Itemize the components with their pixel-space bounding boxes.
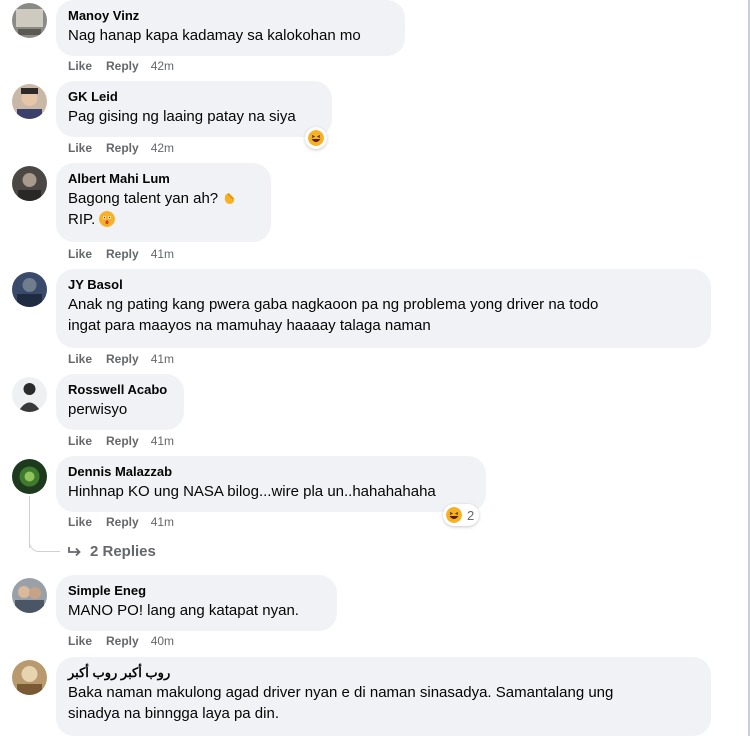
view-replies-link[interactable]: 2 Replies [68, 543, 156, 560]
comment-line: RIP. [68, 209, 259, 230]
comment-line: Pag gising ng laaing patay na siya [68, 108, 296, 125]
like-button[interactable]: Like [68, 634, 92, 648]
avatar[interactable] [12, 166, 47, 201]
comment-text: Anak ng pating kang pwera gaba nagkaoon … [68, 294, 699, 336]
reply-button[interactable]: Reply [106, 247, 139, 261]
comment-text: Pag gising ng laaing patay na siya [68, 106, 320, 127]
clapping-hands-icon [224, 193, 235, 204]
comment-actions: Like Reply 41m [68, 246, 174, 262]
avatar[interactable] [12, 377, 47, 412]
avatar[interactable] [12, 578, 47, 613]
comment-actions: Like Reply 41m [68, 433, 174, 449]
comment-actions: Like Reply 40m [68, 633, 174, 649]
comment-bubble: Manoy Vinz Nag hanap kapa kadamay sa kal… [56, 0, 405, 56]
like-button[interactable]: Like [68, 59, 92, 73]
timestamp[interactable]: 42m [151, 141, 174, 155]
comment-line: sinadya na binngga laya pa din. [68, 705, 279, 722]
comment-author[interactable]: Rosswell Acabo [68, 381, 172, 398]
timestamp[interactable]: 42m [151, 59, 174, 73]
reply-button[interactable]: Reply [106, 352, 139, 366]
comment-line: Anak ng pating kang pwera gaba nagkaoon … [68, 296, 599, 313]
comment-author[interactable]: JY Basol [68, 276, 699, 293]
comment-line: Baka naman makulong agad driver nyan e d… [68, 684, 614, 701]
comment-bubble: Dennis Malazzab Hinhnap KO ung NASA bilo… [56, 456, 486, 512]
like-button[interactable]: Like [68, 352, 92, 366]
avatar[interactable] [12, 3, 47, 38]
comment-bubble: Simple Eneg MANO PO! lang ang katapat ny… [56, 575, 337, 631]
comment-bubble: GK Leid Pag gising ng laaing patay na si… [56, 81, 332, 137]
reply-button[interactable]: Reply [106, 141, 139, 155]
reply-button[interactable]: Reply [106, 59, 139, 73]
comment-bubble: روب أكبر روب أكبر Baka naman makulong ag… [56, 657, 711, 736]
comment-author[interactable]: Albert Mahi Lum [68, 170, 259, 187]
comment-actions: Like Reply 42m [68, 58, 174, 74]
reaction-badge[interactable]: 2 [443, 504, 480, 526]
comment-actions: Like Reply 41m [68, 351, 174, 367]
comment-line: Hinhnap KO ung NASA bilog...wire pla un.… [68, 483, 436, 500]
comment-line: Nag hanap kapa kadamay sa kalokohan mo [68, 27, 361, 44]
timestamp[interactable]: 41m [151, 515, 174, 529]
like-button[interactable]: Like [68, 434, 92, 448]
comment-text: Bagong talent yan ah? RIP. [68, 188, 259, 230]
comment-text: MANO PO! lang ang katapat nyan. [68, 600, 325, 621]
thread-connector [29, 537, 60, 552]
comment-line: perwisyo [68, 401, 128, 418]
comment-bubble: Rosswell Acabo perwisyo [56, 374, 184, 430]
comment-text: Baka naman makulong agad driver nyan e d… [68, 682, 699, 724]
laughing-reaction-icon [446, 507, 462, 523]
comment-text: perwisyo [68, 399, 172, 420]
reply-button[interactable]: Reply [106, 634, 139, 648]
timestamp[interactable]: 41m [151, 352, 174, 366]
comment-bubble: Albert Mahi Lum Bagong talent yan ah? RI… [56, 163, 271, 242]
comment-text: Nag hanap kapa kadamay sa kalokohan mo [68, 25, 393, 46]
comment-author[interactable]: Manoy Vinz [68, 7, 393, 24]
like-button[interactable]: Like [68, 515, 92, 529]
avatar[interactable] [12, 272, 47, 307]
comment-text: Hinhnap KO ung NASA bilog...wire pla un.… [68, 481, 474, 502]
comment-author[interactable]: Dennis Malazzab [68, 463, 474, 480]
reaction-badge[interactable] [305, 127, 327, 149]
comment-line: MANO PO! lang ang katapat nyan. [68, 602, 299, 619]
reply-arrow-icon [68, 546, 81, 556]
comment-actions: Like Reply 42m [68, 140, 174, 156]
timestamp[interactable]: 41m [151, 247, 174, 261]
reaction-count: 2 [467, 507, 475, 523]
astonished-face-icon [99, 211, 116, 227]
comment-author[interactable]: GK Leid [68, 88, 320, 105]
like-button[interactable]: Like [68, 247, 92, 261]
like-button[interactable]: Like [68, 141, 92, 155]
reply-button[interactable]: Reply [106, 434, 139, 448]
comment-line: ingat para maayos na mamuhay haaaay tala… [68, 317, 431, 334]
avatar[interactable] [12, 660, 47, 695]
timestamp[interactable]: 40m [151, 634, 174, 648]
avatar[interactable] [12, 459, 47, 494]
laughing-reaction-icon [308, 130, 324, 146]
comment-bubble: JY Basol Anak ng pating kang pwera gaba … [56, 269, 711, 348]
comment-line: Bagong talent yan ah? [68, 188, 259, 209]
avatar[interactable] [12, 84, 47, 119]
timestamp[interactable]: 41m [151, 434, 174, 448]
comment-author[interactable]: Simple Eneg [68, 582, 325, 599]
comment-author[interactable]: روب أكبر روب أكبر [68, 664, 699, 681]
reply-button[interactable]: Reply [106, 515, 139, 529]
replies-label: 2 Replies [90, 543, 156, 560]
comment-actions: Like Reply 41m [68, 514, 174, 530]
